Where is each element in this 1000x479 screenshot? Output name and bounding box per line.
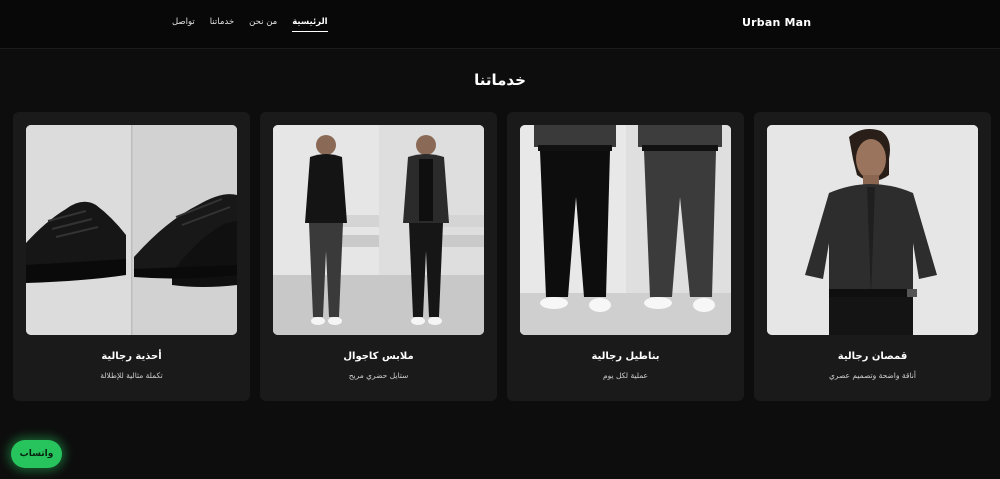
section-title: خدماتنا [474,71,526,89]
service-card-shoes[interactable]: أحذية رجالية تكملة مثالية للإطلالة [13,112,250,401]
brand-logo[interactable]: Urban Man [742,16,811,29]
top-navbar: Urban Man تواصل خدماتنا من نحن الرئيسية [0,0,1000,49]
service-card-shirts[interactable]: قمصان رجالية أناقة واضحة وتصميم عصري [754,112,991,401]
card-description: أناقة واضحة وتصميم عصري [829,371,916,380]
card-description: ستايل حضري مريح [348,371,409,380]
card-title: ملابس كاجوال [343,351,414,362]
card-title: أحذية رجالية [101,351,162,362]
card-description: تكملة مثالية للإطلالة [100,371,163,380]
whatsapp-button[interactable]: واتساب [11,440,62,468]
nav-link-contact[interactable]: تواصل [172,17,195,27]
main-nav: تواصل خدماتنا من نحن الرئيسية [172,17,343,32]
nav-link-about[interactable]: من نحن [249,17,277,27]
casual-wear-image [273,125,484,335]
service-card-casual[interactable]: ملابس كاجوال ستايل حضري مريح [260,112,497,401]
trousers-image [520,125,731,335]
card-title: قمصان رجالية [837,351,908,362]
card-title: بناطيل رجالية [591,351,660,362]
card-description: عملية لكل يوم [602,371,649,380]
service-card-trousers[interactable]: بناطيل رجالية عملية لكل يوم [507,112,744,401]
nav-link-home[interactable]: الرئيسية [292,17,328,32]
shirts-image [767,125,978,335]
nav-link-services[interactable]: خدماتنا [210,17,234,27]
shoes-image [26,125,237,335]
services-section: خدماتنا أحذية رجالية تكملة مثالية للإطلا… [0,50,1000,479]
